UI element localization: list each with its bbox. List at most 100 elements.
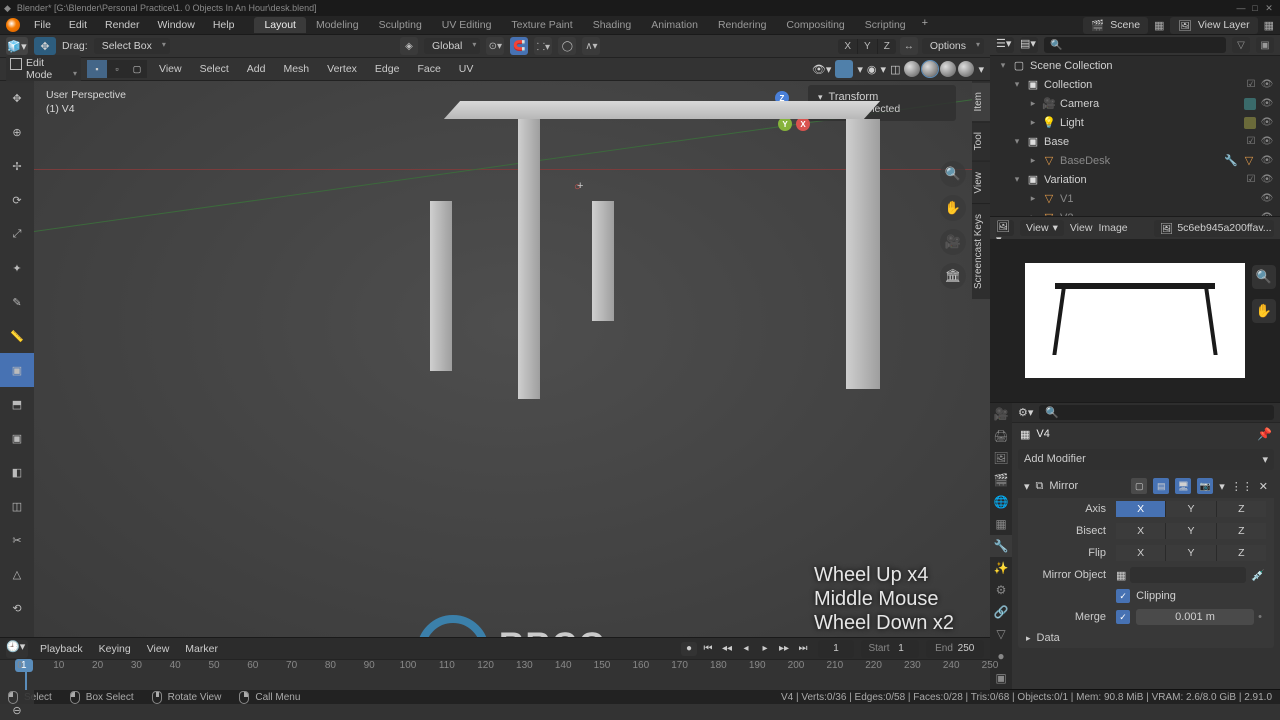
pan-button[interactable]: ✋ <box>940 195 966 221</box>
image-mode-dropdown[interactable]: View▾ <box>1020 220 1064 236</box>
tab-constraints[interactable]: 🔗 <box>990 601 1012 623</box>
play-button[interactable]: ▸ <box>757 642 773 656</box>
tab-scripting[interactable]: Scripting <box>855 17 916 33</box>
proportional-falloff-dropdown[interactable]: ∧▾ <box>582 37 600 55</box>
menu-edit[interactable]: Edit <box>61 19 95 31</box>
tab-mesh[interactable]: ▽ <box>990 623 1012 645</box>
tab-viewlayer[interactable]: 🖼 <box>990 447 1012 469</box>
play-rev-button[interactable]: ◂ <box>738 642 754 656</box>
modifier-expand[interactable]: ▾ <box>1024 480 1030 493</box>
menu-face[interactable]: Face <box>411 63 446 75</box>
axis-y-toggle[interactable]: Y <box>1166 501 1216 517</box>
breadcrumb-object[interactable]: V4 <box>1036 428 1049 440</box>
tab-animation[interactable]: Animation <box>641 17 708 33</box>
solid-shading[interactable] <box>922 61 938 77</box>
tool-extrude[interactable]: ⬒ <box>0 387 34 421</box>
maximize-button[interactable]: □ <box>1248 3 1262 13</box>
mod-apply-on-cage[interactable]: ▢ <box>1131 478 1147 494</box>
orientation-dropdown[interactable]: Global <box>424 38 480 54</box>
autokey-toggle[interactable]: ● <box>681 642 697 656</box>
tab-particles[interactable]: ✨ <box>990 557 1012 579</box>
row-v1[interactable]: ▸ V1 👁 <box>990 189 1280 208</box>
menu-file[interactable]: File <box>26 19 59 31</box>
tool-add-cube[interactable]: ▣ <box>0 353 34 387</box>
add-workspace-button[interactable]: + <box>916 17 934 33</box>
tab-physics[interactable]: ⚙ <box>990 579 1012 601</box>
menu-add[interactable]: Add <box>241 63 272 75</box>
add-modifier-dropdown[interactable]: Add Modifier▾ <box>1018 449 1274 470</box>
tool-knife[interactable]: ✂ <box>0 523 34 557</box>
row-light[interactable]: ▸ Light 👁 <box>990 113 1280 132</box>
tool-loopcut[interactable]: ◫ <box>0 489 34 523</box>
menu-uv[interactable]: UV <box>453 63 480 75</box>
menu-select[interactable]: Select <box>194 63 235 75</box>
image-canvas[interactable]: 🔍 ✋ <box>990 239 1280 402</box>
tab-object[interactable]: ▦ <box>990 513 1012 535</box>
image-datablock[interactable]: 🖼5c6eb945a200ffav... <box>1154 220 1274 237</box>
minimize-button[interactable]: — <box>1234 3 1248 13</box>
tab-item[interactable]: Item <box>972 81 990 121</box>
select-mode-dropdown[interactable]: Select Box <box>94 38 170 54</box>
tab-screencast-keys[interactable]: Screencast Keys <box>972 203 990 299</box>
tool-spin[interactable]: ⟲ <box>0 591 34 625</box>
properties-search[interactable]: 🔍 <box>1039 405 1274 420</box>
timeline-ruler[interactable]: 0102030405060708090100110120130140150160… <box>0 660 990 690</box>
tab-sculpting[interactable]: Sculpting <box>369 17 432 33</box>
overlays-dropdown[interactable]: ▾ <box>881 63 887 76</box>
face-select-mode[interactable]: ▢ <box>127 60 147 78</box>
tool-cursor-icon[interactable]: ✥ <box>34 37 56 55</box>
orientation-icon[interactable]: ◈ <box>400 37 418 55</box>
tab-scene[interactable]: 🎬 <box>990 469 1012 491</box>
mod-show-editmode[interactable]: ▤ <box>1153 478 1169 494</box>
clipping-checkbox[interactable]: ✓ <box>1116 589 1130 603</box>
modifier-close[interactable]: ✕ <box>1259 480 1268 493</box>
tool-move[interactable]: ✢ <box>0 149 34 183</box>
flip-y-toggle[interactable]: Y <box>1166 545 1216 561</box>
jump-end-button[interactable]: ⏭ <box>795 642 811 656</box>
camera-view-button[interactable]: 🎥 <box>940 229 966 255</box>
mod-show-render[interactable]: 📷 <box>1197 478 1213 494</box>
menu-help[interactable]: Help <box>205 19 243 31</box>
row-scene-collection[interactable]: ▾ Scene Collection <box>990 56 1280 75</box>
playhead[interactable] <box>25 660 27 690</box>
flip-x-toggle[interactable]: X <box>1116 545 1166 561</box>
jump-start-button[interactable]: ⏮ <box>700 642 716 656</box>
row-base[interactable]: ▾ Base ☑👁 <box>990 132 1280 151</box>
tool-select[interactable]: ✥ <box>0 81 34 115</box>
flip-z-toggle[interactable]: Z <box>1217 545 1266 561</box>
tool-polybuild[interactable]: △ <box>0 557 34 591</box>
tab-modeling[interactable]: Modeling <box>306 17 369 33</box>
menu-edge[interactable]: Edge <box>369 63 406 75</box>
tab-render[interactable]: 🎥 <box>990 403 1012 425</box>
tab-uv-editing[interactable]: UV Editing <box>432 17 502 33</box>
snap-toggle[interactable]: 🧲 <box>510 37 528 55</box>
menu-mesh[interactable]: Mesh <box>277 63 315 75</box>
menu-playback[interactable]: Playback <box>36 643 87 655</box>
modifier-name-field[interactable]: Mirror <box>1049 480 1125 492</box>
mirror-object-field[interactable] <box>1130 567 1246 583</box>
tool-annotate[interactable]: ✎ <box>0 285 34 319</box>
pin-button[interactable]: 📌 <box>1257 427 1272 441</box>
menu-img-image[interactable]: Image <box>1098 222 1127 234</box>
wireframe-shading[interactable] <box>904 61 920 77</box>
current-frame-field[interactable]: 1 <box>818 640 854 658</box>
viewlayer-selector[interactable]: 🖼 View Layer <box>1170 17 1257 34</box>
filter-button[interactable]: ▽ <box>1232 37 1250 53</box>
outliner-display-mode-dropdown[interactable]: ▤▾ <box>1020 37 1038 53</box>
menu-view[interactable]: View <box>153 63 188 75</box>
edge-select-mode[interactable]: ▫ <box>107 60 127 78</box>
modifier-menu-dropdown[interactable]: ▾ <box>1219 480 1225 493</box>
close-button[interactable]: ✕ <box>1262 3 1276 14</box>
timeline-editor-dropdown[interactable]: 🕘▾ <box>6 640 28 658</box>
new-collection-button[interactable]: ▣ <box>1256 37 1274 53</box>
tab-rendering[interactable]: Rendering <box>708 17 776 33</box>
tab-texture-paint[interactable]: Texture Paint <box>501 17 582 33</box>
editor-type-dropdown[interactable]: 🧊▾ <box>6 37 28 55</box>
img-zoom-button[interactable]: 🔍 <box>1252 265 1276 289</box>
axis-z-toggle[interactable]: Z <box>1217 501 1266 517</box>
menu-render[interactable]: Render <box>97 19 147 31</box>
tab-compositing[interactable]: Compositing <box>776 17 854 33</box>
tab-shading[interactable]: Shading <box>583 17 642 33</box>
outliner[interactable]: ▾ Scene Collection ▾ Collection ☑👁 ▸ Cam… <box>990 56 1280 216</box>
gizmo-dropdown[interactable]: ▾ <box>857 63 863 76</box>
